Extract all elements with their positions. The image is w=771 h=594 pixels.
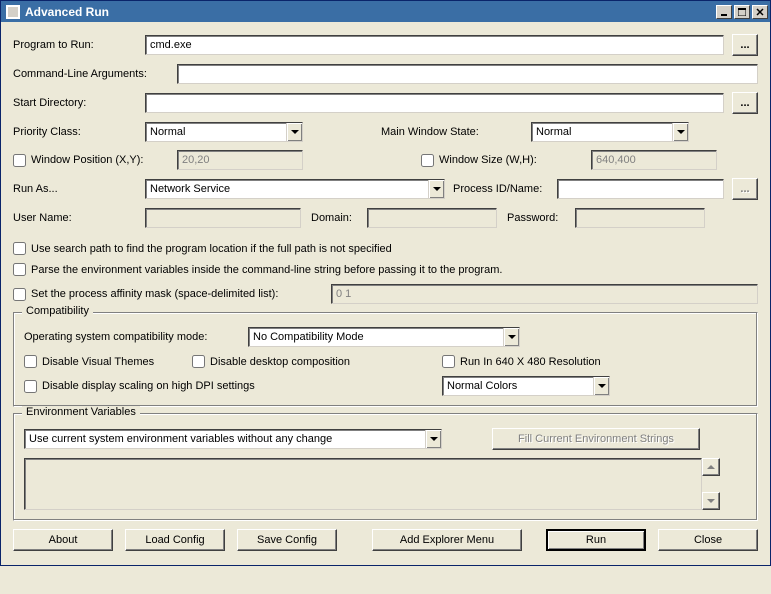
run-button[interactable]: Run	[546, 529, 646, 551]
minimize-button[interactable]	[716, 5, 732, 19]
app-icon	[5, 4, 21, 20]
client-area: Program to Run: ... Command-Line Argumen…	[1, 22, 770, 565]
windowstate-combo[interactable]: Normal	[531, 122, 689, 142]
procid-input[interactable]	[557, 179, 724, 199]
priority-label: Priority Class:	[13, 126, 145, 138]
startdir-input[interactable]	[145, 93, 724, 113]
runas-value: Network Service	[150, 183, 230, 195]
disable-comp-checkbox[interactable]	[192, 355, 205, 368]
window-title: Advanced Run	[25, 5, 716, 19]
windowsize-label: Window Size (W,H):	[439, 154, 537, 166]
program-input[interactable]	[145, 35, 724, 55]
affinity-check[interactable]: Set the process affinity mask (space-del…	[13, 288, 331, 301]
parseenv-label: Parse the environment variables inside t…	[31, 264, 502, 276]
password-input	[575, 208, 705, 228]
close-button[interactable]	[752, 5, 768, 19]
chevron-down-icon	[425, 430, 441, 448]
windowsize-checkbox[interactable]	[421, 154, 434, 167]
env-textarea	[24, 458, 702, 510]
priority-combo[interactable]: Normal	[145, 122, 303, 142]
args-input[interactable]	[177, 64, 758, 84]
affinity-checkbox[interactable]	[13, 288, 26, 301]
titlebar[interactable]: Advanced Run	[1, 0, 770, 22]
windowpos-checkbox[interactable]	[13, 154, 26, 167]
run640-checkbox[interactable]	[442, 355, 455, 368]
password-label: Password:	[507, 212, 575, 224]
window-frame: Advanced Run Program to Run: ... Command…	[0, 0, 771, 566]
chevron-down-icon	[593, 377, 609, 395]
compatmode-combo[interactable]: No Compatibility Mode	[248, 327, 520, 347]
runas-label: Run As...	[13, 183, 145, 195]
priority-value: Normal	[150, 126, 185, 138]
domain-input	[367, 208, 497, 228]
compatmode-value: No Compatibility Mode	[253, 331, 364, 343]
chevron-down-icon	[428, 180, 444, 198]
program-label: Program to Run:	[13, 39, 145, 51]
scroll-down-icon[interactable]	[702, 492, 720, 510]
dpi-check[interactable]: Disable display scaling on high DPI sett…	[24, 380, 442, 393]
chevron-down-icon	[503, 328, 519, 346]
windowstate-label: Main Window State:	[381, 126, 531, 138]
button-bar: About Load Config Save Config Add Explor…	[13, 529, 758, 551]
args-label: Command-Line Arguments:	[13, 68, 177, 80]
dpi-checkbox[interactable]	[24, 380, 37, 393]
startdir-label: Start Directory:	[13, 97, 145, 109]
windowpos-input	[177, 150, 303, 170]
runas-combo[interactable]: Network Service	[145, 179, 445, 199]
add-explorer-menu-button[interactable]: Add Explorer Menu	[372, 529, 522, 551]
chevron-down-icon	[672, 123, 688, 141]
colors-combo[interactable]: Normal Colors	[442, 376, 610, 396]
envvars-legend: Environment Variables	[22, 406, 140, 418]
windowsize-check[interactable]: Window Size (W,H):	[421, 154, 591, 167]
username-label: User Name:	[13, 212, 145, 224]
disable-themes-check[interactable]: Disable Visual Themes	[24, 355, 192, 368]
disable-comp-check[interactable]: Disable desktop composition	[192, 355, 442, 368]
parseenv-checkbox[interactable]	[13, 263, 26, 276]
searchpath-check[interactable]: Use search path to find the program loca…	[13, 242, 392, 255]
run640-check[interactable]: Run In 640 X 480 Resolution	[442, 355, 601, 368]
envvars-group: Environment Variables Use current system…	[13, 413, 758, 521]
searchpath-label: Use search path to find the program loca…	[31, 243, 392, 255]
colors-value: Normal Colors	[447, 380, 517, 392]
envmode-combo[interactable]: Use current system environment variables…	[24, 429, 442, 449]
username-input	[145, 208, 301, 228]
windowsize-input	[591, 150, 717, 170]
affinity-input	[331, 284, 758, 304]
startdir-browse-button[interactable]: ...	[732, 92, 758, 114]
fill-env-button: Fill Current Environment Strings	[492, 428, 700, 450]
windowpos-check[interactable]: Window Position (X,Y):	[13, 154, 177, 167]
compatibility-legend: Compatibility	[22, 305, 93, 317]
domain-label: Domain:	[311, 212, 367, 224]
compatibility-group: Compatibility Operating system compatibi…	[13, 312, 758, 407]
load-config-button[interactable]: Load Config	[125, 529, 225, 551]
close-window-button[interactable]: Close	[658, 529, 758, 551]
scroll-up-icon[interactable]	[702, 458, 720, 476]
affinity-label: Set the process affinity mask (space-del…	[31, 288, 278, 300]
chevron-down-icon	[286, 123, 302, 141]
windowstate-value: Normal	[536, 126, 571, 138]
procid-browse-button: ...	[732, 178, 758, 200]
save-config-button[interactable]: Save Config	[237, 529, 337, 551]
procid-label: Process ID/Name:	[453, 183, 557, 195]
maximize-button[interactable]	[734, 5, 750, 19]
about-button[interactable]: About	[13, 529, 113, 551]
envmode-value: Use current system environment variables…	[29, 433, 332, 445]
parseenv-check[interactable]: Parse the environment variables inside t…	[13, 263, 502, 276]
program-browse-button[interactable]: ...	[732, 34, 758, 56]
window-controls	[716, 5, 770, 19]
windowpos-label: Window Position (X,Y):	[31, 154, 143, 166]
searchpath-checkbox[interactable]	[13, 242, 26, 255]
compatmode-label: Operating system compatibility mode:	[24, 331, 248, 343]
disable-themes-checkbox[interactable]	[24, 355, 37, 368]
